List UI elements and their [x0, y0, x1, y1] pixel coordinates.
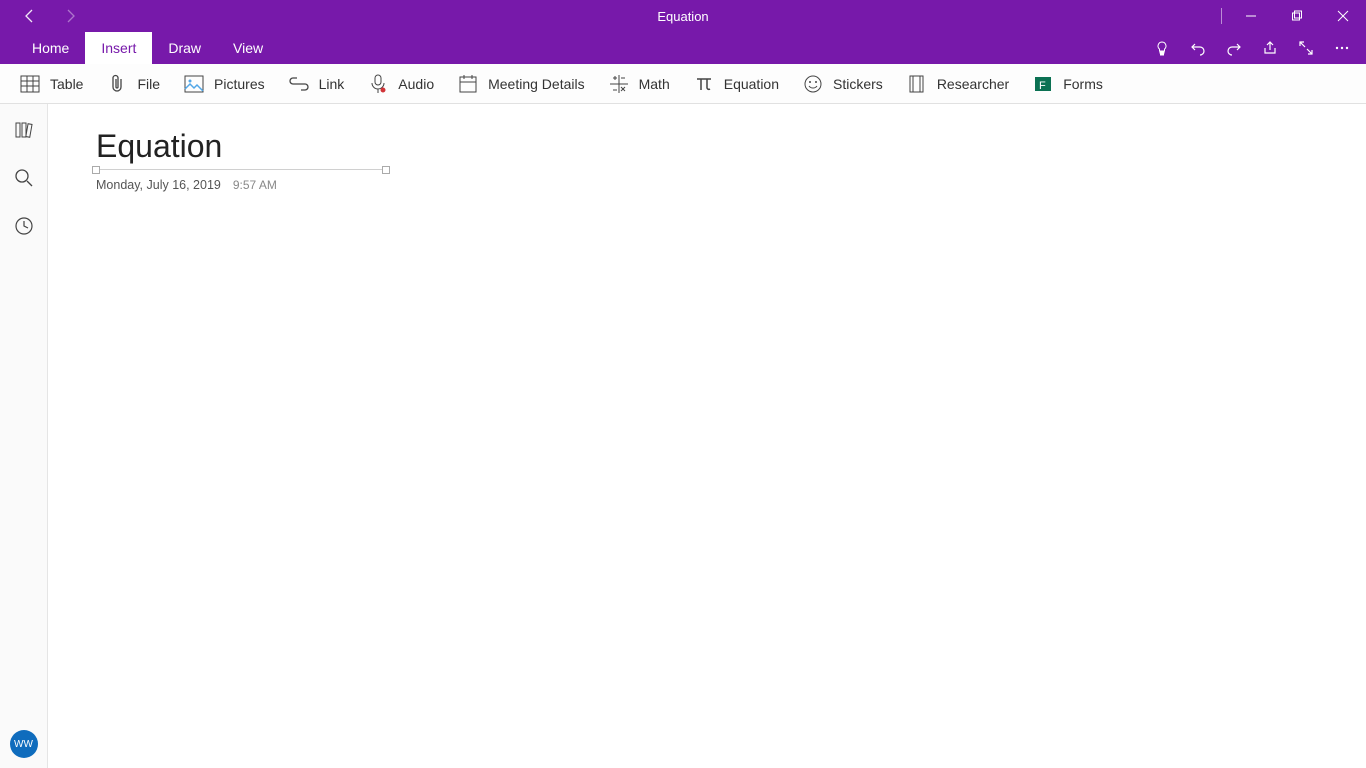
separator	[1221, 8, 1222, 24]
researcher-button[interactable]: Researcher	[907, 74, 1009, 94]
search-button[interactable]	[12, 166, 36, 190]
tab-bar: Home Insert Draw View	[0, 32, 1366, 64]
microphone-icon	[368, 74, 388, 94]
title-underline	[96, 169, 386, 170]
user-avatar[interactable]: WW	[10, 730, 38, 758]
tab-draw[interactable]: Draw	[152, 32, 217, 64]
redo-button[interactable]	[1216, 32, 1252, 64]
quick-tools	[1144, 32, 1366, 64]
forms-icon: F	[1033, 74, 1053, 94]
main-body: WW Equation Monday, July 16, 2019 9:57 A…	[0, 104, 1366, 768]
audio-button[interactable]: Audio	[368, 74, 434, 94]
window-title: Equation	[657, 9, 708, 24]
table-button[interactable]: Table	[20, 74, 83, 94]
page-meta: Monday, July 16, 2019 9:57 AM	[96, 178, 1318, 192]
pi-icon	[694, 74, 714, 94]
page-time: 9:57 AM	[233, 178, 277, 192]
recent-button[interactable]	[12, 214, 36, 238]
svg-text:F: F	[1039, 80, 1046, 92]
picture-icon	[184, 74, 204, 94]
cmd-label: Equation	[724, 76, 779, 92]
forms-button[interactable]: F Forms	[1033, 74, 1103, 94]
minimize-button[interactable]	[1228, 0, 1274, 32]
maximize-button[interactable]	[1274, 0, 1320, 32]
notebooks-button[interactable]	[12, 118, 36, 142]
cmd-label: Forms	[1063, 76, 1103, 92]
undo-button[interactable]	[1180, 32, 1216, 64]
cmd-label: File	[137, 76, 160, 92]
title-bar: Equation	[0, 0, 1366, 32]
close-button[interactable]	[1320, 0, 1366, 32]
cmd-label: Math	[639, 76, 670, 92]
tab-label: Draw	[168, 40, 201, 56]
tab-label: Home	[32, 40, 69, 56]
page-canvas[interactable]: Equation Monday, July 16, 2019 9:57 AM	[48, 104, 1366, 768]
more-button[interactable]	[1324, 32, 1360, 64]
window-controls	[1215, 0, 1366, 32]
forward-button[interactable]	[50, 0, 90, 32]
share-button[interactable]	[1252, 32, 1288, 64]
cmd-label: Meeting Details	[488, 76, 585, 92]
tab-label: Insert	[101, 40, 136, 56]
file-button[interactable]: File	[107, 74, 160, 94]
tab-home[interactable]: Home	[16, 32, 85, 64]
meeting-details-button[interactable]: Meeting Details	[458, 74, 585, 94]
nav-buttons	[0, 0, 90, 32]
equation-button[interactable]: Equation	[694, 74, 779, 94]
stickers-button[interactable]: Stickers	[803, 74, 883, 94]
tabs: Home Insert Draw View	[0, 32, 279, 64]
link-button[interactable]: Link	[289, 74, 345, 94]
avatar-initials: WW	[14, 739, 33, 750]
calendar-icon	[458, 74, 478, 94]
math-icon	[609, 74, 629, 94]
tab-view[interactable]: View	[217, 32, 279, 64]
page-title[interactable]: Equation	[96, 128, 1318, 165]
page-date: Monday, July 16, 2019	[96, 178, 221, 192]
researcher-icon	[907, 74, 927, 94]
cmd-label: Pictures	[214, 76, 265, 92]
cmd-label: Researcher	[937, 76, 1009, 92]
paperclip-icon	[107, 74, 127, 94]
smiley-icon	[803, 74, 823, 94]
tab-insert[interactable]: Insert	[85, 32, 152, 64]
cmd-label: Link	[319, 76, 345, 92]
cmd-label: Stickers	[833, 76, 883, 92]
link-icon	[289, 74, 309, 94]
insert-ribbon: Table File Pictures Link Audio Meeting D…	[0, 64, 1366, 104]
left-sidebar: WW	[0, 104, 48, 768]
table-icon	[20, 74, 40, 94]
fullscreen-button[interactable]	[1288, 32, 1324, 64]
tab-label: View	[233, 40, 263, 56]
cmd-label: Table	[50, 76, 83, 92]
math-button[interactable]: Math	[609, 74, 670, 94]
pictures-button[interactable]: Pictures	[184, 74, 265, 94]
back-button[interactable]	[10, 0, 50, 32]
cmd-label: Audio	[398, 76, 434, 92]
lightbulb-icon[interactable]	[1144, 32, 1180, 64]
